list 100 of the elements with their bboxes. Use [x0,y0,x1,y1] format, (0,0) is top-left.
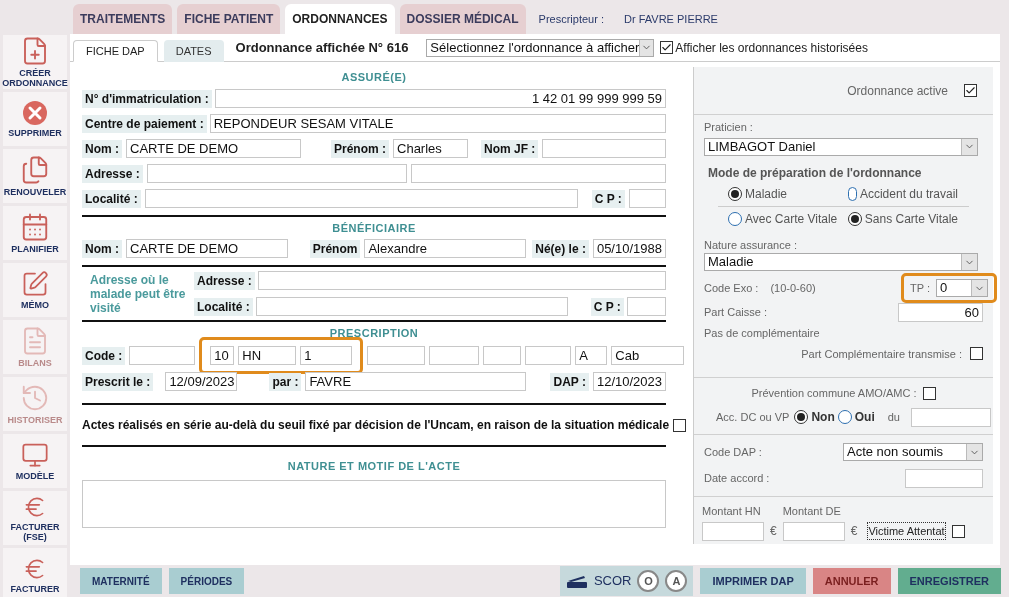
input-field[interactable] [628,189,666,208]
input-field[interactable] [626,297,666,316]
sidebar-button[interactable]: RENOUVELER [3,149,67,203]
checkbox[interactable] [922,387,936,400]
field-label: Né(e) le : [532,239,589,258]
radio-button[interactable] [794,410,809,425]
field-label: Localité : [194,297,253,316]
radio-button[interactable] [848,186,857,201]
input-field[interactable] [255,297,568,316]
currency-label: € [770,523,777,540]
field-label: Code : [82,346,126,365]
du-label: du [887,410,900,425]
input-field[interactable] [483,346,522,365]
input-field[interactable]: CARTE DE DEMO [126,239,288,258]
sidebar-button[interactable]: SUPPRIMER [3,92,67,146]
input-field[interactable] [129,346,196,365]
sidebar-button[interactable]: MODÈLE [3,434,67,488]
tp-dropdown[interactable]: 0 [936,279,988,297]
input-field[interactable] [910,407,991,427]
checkbox[interactable] [964,84,977,97]
input-field[interactable]: REPONDEUR SESAM VITALE [209,114,666,133]
footer-button[interactable]: ANNULER [812,568,891,594]
text-area[interactable] [82,480,666,528]
input-field[interactable] [905,469,983,488]
input-field[interactable] [410,164,666,183]
input-field[interactable] [367,346,426,365]
input-field[interactable] [429,346,480,365]
input-field[interactable]: 10 [210,346,235,365]
sidebar-button[interactable]: FACTURER [3,548,67,597]
tab[interactable]: FICHE PATIENT [177,4,281,34]
prescriber-name: Dr FAVRE PIERRE [624,11,718,27]
mode-title: Mode de préparation de l'ordonnance [707,164,923,182]
part-comp-label: Part Complémentaire transmise : [801,346,962,362]
checkbox[interactable] [970,347,983,361]
input-field[interactable] [146,164,407,183]
section-title: PRESCRIPTION [328,326,420,340]
status-badge: A [665,570,688,592]
input-field[interactable]: Alexandre [364,239,527,258]
field-label: Nom : [82,239,122,258]
footer-button[interactable]: PÉRIODES [168,568,245,594]
input-field[interactable]: 05/10/1988 [592,239,666,258]
radio-button[interactable] [837,410,852,425]
checkbox[interactable] [951,524,965,538]
nature-dropdown[interactable]: Maladie [704,253,978,271]
input-field[interactable] [782,521,845,541]
sidebar-button[interactable]: PLANIFIER [3,206,67,260]
input-field[interactable] [702,521,764,541]
radio-button[interactable] [848,211,862,226]
subtab[interactable]: FICHE DAP [73,40,158,62]
sidebar-button[interactable]: CRÉER ORDONNANCE [3,35,67,89]
section-title: ASSURÉ(E) [340,70,408,84]
tab[interactable]: TRAITEMENTS [73,4,173,34]
sidebar-button[interactable]: FACTURER (FSE) [3,491,67,545]
section-title: BÉNÉFICIAIRE [331,221,417,235]
input-field[interactable]: 1 42 01 99 999 999 59 [214,89,666,108]
input-field[interactable] [257,271,666,290]
footer-button[interactable]: MATERNITÉ [80,568,162,594]
subtab[interactable]: DATES [163,40,224,62]
input-field[interactable] [525,346,572,365]
tab[interactable]: DOSSIER MÉDICAL [399,4,526,34]
input-field[interactable] [542,139,666,158]
amount-label: Montant DE [782,504,842,519]
input-field[interactable]: Cab [611,346,685,365]
input-field[interactable]: Charles [393,139,468,158]
input-field[interactable]: 12/09/2023 [165,372,238,391]
praticien-dropdown[interactable]: LIMBAGOT Daniel [704,137,978,156]
radio-label: Oui [854,409,875,427]
input-field[interactable]: HN [238,346,297,365]
ordonnance-dropdown[interactable]: Sélectionnez l'ordonnance à afficher [426,38,655,57]
field-label: Centre de paiement : [82,114,207,133]
radio-label: Non [811,409,835,427]
amount-label: Montant HN [702,504,762,519]
sidebar-button[interactable]: MÉMO [3,263,67,317]
checkbox[interactable] [660,41,674,54]
ordonnance-title: Ordonnance affichée N° 616 [234,38,410,57]
input-field[interactable]: 1 [300,346,353,365]
input-field[interactable]: 12/10/2023 [592,372,666,391]
field-label: Prescrit le : [82,372,154,391]
footer-button[interactable]: ENREGISTRER [897,568,1001,594]
date-accord-label: Date accord : [704,471,770,487]
clock-icon [20,383,50,413]
input-field[interactable]: A [575,346,608,365]
field-label: Localité : [82,189,141,208]
field-label: Prénom [309,239,361,258]
field-label: C P : [590,297,624,316]
input-field[interactable]: 60 [898,303,983,322]
tab[interactable]: ORDONNANCES [285,4,395,34]
input-field[interactable]: FAVRE [305,372,527,391]
radio-button[interactable] [728,211,742,226]
input-field[interactable]: CARTE DE DEMO [126,139,301,158]
checkbox[interactable] [673,418,687,432]
input-field[interactable] [144,189,578,208]
code-dap-dropdown[interactable]: Acte non soumis [843,443,983,461]
currency-label: € [850,523,858,540]
scor-panel[interactable]: SCOR O A [559,566,694,596]
field-label: Nom JF : [481,139,539,158]
documents-icon [20,155,50,185]
checkbox-label: Afficher les ordonnances historisées [675,39,868,57]
footer-button[interactable]: IMPRIMER DAP [700,568,806,594]
radio-button[interactable] [728,186,742,201]
